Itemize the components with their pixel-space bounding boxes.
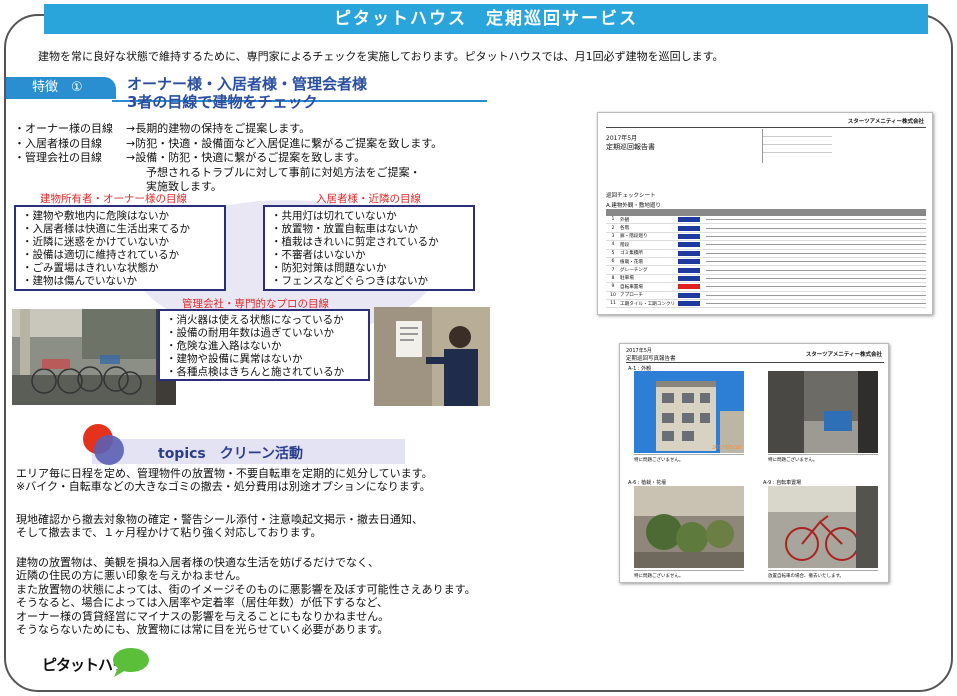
page-title: ピタットハウス 定期巡回サービス: [44, 4, 928, 34]
checklist-item: ・フェンスなどぐらつきはないか: [271, 275, 428, 287]
report-row: 7 グレーチング: [606, 266, 926, 275]
feature-badge: 特徴 ①: [6, 77, 116, 99]
report-row: 9 自転車置場: [606, 283, 926, 292]
goal-row: ・オーナー様の目線 →長期的建物の保持をご提案します。: [14, 122, 311, 135]
checklist-item: ・消火器は使える状態になっているか: [166, 314, 344, 326]
checklist-item: ・設備は適切に維持されているか: [22, 249, 180, 261]
building-exterior-photo: 2017/05/10: [634, 371, 744, 453]
goals-list: ・オーナー様の目線 →長期的建物の保持をご提案します。 ・入居者様の目線 →防犯・快…: [14, 122, 442, 195]
topics-paragraph: エリア毎に日程を定め、管理物件の放置物・不要自転車を定期的に処分しています。 ※…: [16, 467, 433, 494]
checklist-item: ・ごみ置場はきれいな状態か: [22, 262, 159, 274]
inspection-report-sheet: スターツアメニティー株式会社 2017年5月 定期巡回報告書 巡回チェックシート…: [597, 112, 933, 315]
owner-group-label: 建物所有者・オーナー様の目線: [40, 193, 187, 205]
report-table: 1 外観 2 各階 3 廊・階段廻り 4 階段 5 ゴミ集積所 6 植栽・花壇 7 グレーチング 8 駐車場 9…: [606, 216, 926, 309]
goal-row: ・入居者様の目線 →防犯・快適・設備面など入居促進に繋がるご提案を致します。: [14, 136, 443, 150]
checklist-item: ・各種点検はきちんと施されているか: [166, 366, 345, 378]
checklist-item: ・入居者様は快適に生活出来てるか: [22, 223, 190, 235]
checklist-item: ・建物は傷んでいないか: [22, 275, 137, 287]
bicycle-area-photo: [768, 486, 878, 568]
topics-paragraph: 現地確認から撤去対象物の確定・警告シール添付・注意喚起文掲示・撤去日通知、 そし…: [16, 513, 423, 540]
report-row: 1 外観: [606, 216, 926, 225]
checklist-item: ・放置物・放置自転車はないか: [271, 223, 418, 235]
owner-checklist: ・建物や敷地内に危険はないか ・入居者様は快適に生活出来てるか ・近隣に迷惑をか…: [14, 205, 226, 291]
report-row: 3 廊・階段廻り: [606, 233, 926, 242]
report-row: 10 アプローチ: [606, 292, 926, 300]
report-row: 2 各階: [606, 224, 926, 233]
intro-text: 建物を常に良好な状態で維持するために、専門家によるチェックを実施しております。ピ…: [38, 50, 724, 63]
checklist-item: ・危険な進入路はないか: [166, 340, 282, 352]
tenant-group-label: 入居者様・近隣の目線: [316, 193, 421, 205]
report-row: 8 駐車場: [606, 275, 926, 284]
speech-bubble-icon: [113, 648, 149, 677]
svg-text:2017/05/10: 2017/05/10: [712, 445, 741, 451]
staff-check-photo: [374, 307, 490, 406]
report-row: 5 ゴミ集積所: [606, 250, 926, 258]
checklist-item: ・建物や敷地内に危険はないか: [22, 210, 169, 222]
photo-report-sheet: 2017年5月 定期巡回写真報告書 スターツアメニティー株式会社 A-1 : 外…: [619, 343, 889, 583]
feature-heading: オーナー様・入居者様・管理会者様 3者の目線で建物をチェック: [127, 75, 367, 111]
bicycle-parking-photo: [12, 309, 156, 405]
report-title: 定期巡回報告書: [606, 143, 655, 151]
feature-heading-line2: 3者の目線で建物をチェック: [127, 93, 318, 111]
checklist-item: ・設備の耐用年数は過ぎていないか: [166, 327, 334, 339]
checklist-item: ・植栽はきれいに剪定されているか: [271, 236, 439, 248]
entrance-floor-photo: [768, 371, 878, 453]
checklist-item: ・防犯対策は問題ないか: [271, 262, 387, 274]
goal-row: ・管理会社の目線 →設備・防犯・快適に繋がるご提案を致します。: [14, 151, 366, 164]
topics-paragraph: 建物の放置物は、美観を損ね入居者様の快適な生活を妨げるだけでなく、 近隣の住民の…: [16, 556, 476, 637]
goal-extra: 予想されるトラブルに対して事前に対処方法をご提案・: [146, 165, 421, 179]
topics-title: topics クリーン活動: [158, 446, 304, 462]
tenant-checklist: ・共用灯は切れていないか ・放置物・放置自転車はないか ・植栽はきれいに剪定され…: [263, 205, 475, 291]
checklist-item: ・不審者はいないか: [271, 249, 366, 261]
report-row: 11 工期タイル・工期コンクリ: [606, 300, 926, 309]
planting-bed-photo: [634, 486, 744, 568]
topics-circles-icon: [83, 424, 124, 465]
feature-heading-line1: オーナー様・入居者様・管理会者様: [127, 75, 368, 93]
checklist-item: ・共用灯は切れていないか: [271, 210, 397, 222]
checklist-item: ・近隣に迷惑をかけていないか: [22, 236, 169, 248]
manager-checklist: ・消火器は使える状態になっているか ・設備の耐用年数は過ぎていないか ・危険な進…: [158, 309, 370, 381]
report-row: 4 階段: [606, 241, 926, 250]
pitat-house-logo: ピタットハウス: [40, 646, 160, 680]
checklist-item: ・建物や設備に異常はないか: [166, 353, 303, 365]
report-row: 6 植栽・花壇: [606, 258, 926, 267]
